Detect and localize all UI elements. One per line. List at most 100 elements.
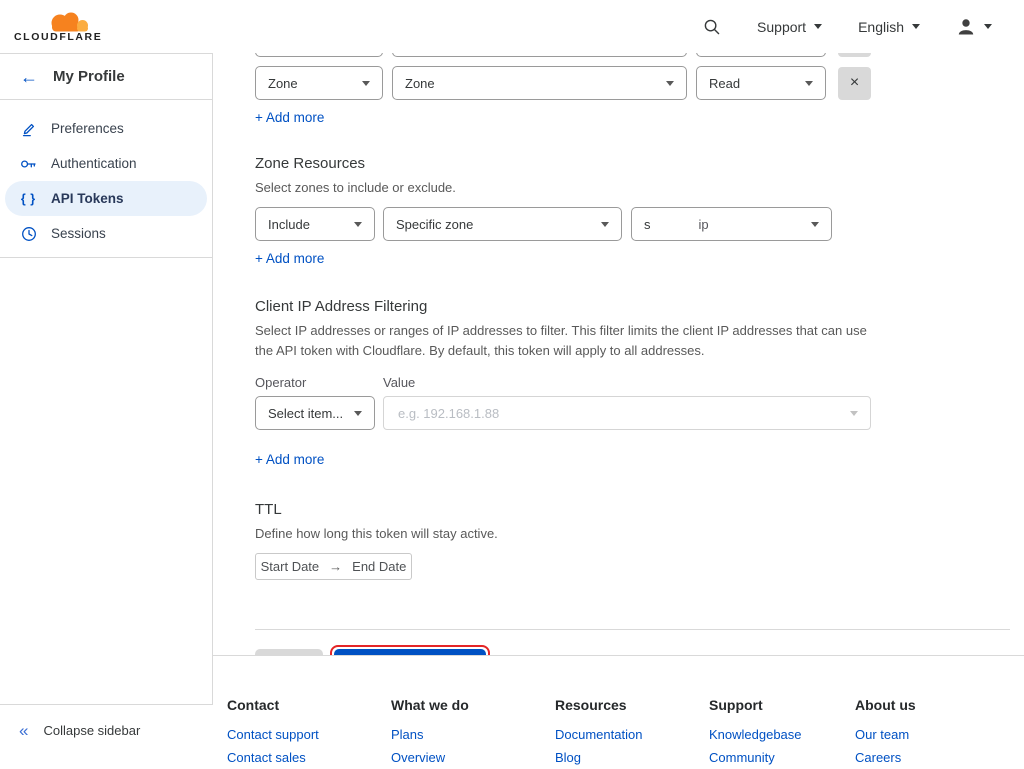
footer-heading: Contact	[227, 697, 391, 713]
close-icon: ×	[850, 74, 859, 92]
pencil-icon	[20, 121, 37, 137]
start-date-label: Start Date	[261, 559, 320, 574]
brand-wordmark: CLOUDFLARE	[14, 31, 110, 43]
scope-dropdown-value: Zone	[268, 76, 298, 91]
form-actions: Cancel Continue to summary	[255, 645, 1010, 655]
chevron-down-icon	[912, 24, 920, 29]
operator-dropdown-value: Select item...	[268, 406, 343, 421]
permission-group-dropdown[interactable]: Zone	[392, 66, 687, 100]
zone-resources-description: Select zones to include or exclude.	[255, 178, 1010, 198]
ip-filtering-description: Select IP addresses or ranges of IP addr…	[255, 321, 887, 361]
remove-permission-button[interactable]: ×	[838, 67, 871, 100]
date-range-picker[interactable]: Start Date → End Date	[255, 553, 412, 580]
chevron-down-icon	[666, 81, 674, 86]
page-footer: Contact Contact support Contact sales Wh…	[213, 655, 1024, 755]
access-dropdown[interactable]: Read	[696, 66, 826, 100]
operator-dropdown[interactable]: Select item...	[255, 396, 375, 430]
sidebar-title: My Profile	[53, 68, 125, 85]
value-label: Value	[383, 375, 415, 390]
support-menu[interactable]: Support	[757, 19, 822, 35]
form-divider	[255, 629, 1010, 630]
zone-scope-value: Specific zone	[396, 217, 473, 232]
footer-heading: What we do	[391, 697, 555, 713]
operator-label: Operator	[255, 375, 383, 390]
sidebar-item-label: Authentication	[51, 156, 137, 171]
add-permission-link[interactable]: + Add more	[255, 110, 324, 125]
ttl-description: Define how long this token will stay act…	[255, 524, 1010, 544]
footer-link[interactable]: Documentation	[555, 723, 709, 746]
click-highlight-ring: Continue to summary	[330, 645, 490, 655]
sidebar-item-authentication[interactable]: Authentication	[0, 146, 212, 181]
scope-dropdown[interactable]: Zone	[255, 66, 383, 100]
footer-link[interactable]: Careers	[855, 746, 1019, 769]
cloudflare-logo[interactable]: CLOUDFLARE	[14, 10, 110, 43]
footer-column-about-us: About us Our team Careers	[855, 697, 1019, 755]
footer-link[interactable]: Blog	[555, 746, 709, 769]
sidebar-item-sessions[interactable]: Sessions	[0, 216, 212, 251]
footer-column-contact: Contact Contact support Contact sales	[227, 697, 391, 755]
sidebar: ← My Profile Preferences Authenti	[0, 53, 213, 705]
sidebar-item-label: Preferences	[51, 121, 124, 136]
footer-link[interactable]: Contact sales	[227, 746, 391, 769]
ip-value-input[interactable]	[396, 405, 850, 422]
chevron-down-icon	[814, 24, 822, 29]
add-ip-filter-link[interactable]: + Add more	[255, 452, 324, 467]
language-menu[interactable]: English	[858, 19, 920, 35]
collapse-sidebar-label: Collapse sidebar	[43, 723, 140, 738]
chevron-down-icon	[601, 222, 609, 227]
footer-link[interactable]: Plans	[391, 723, 555, 746]
clock-icon	[20, 226, 37, 242]
chevron-down-icon	[805, 81, 813, 86]
back-arrow-icon[interactable]: ←	[20, 68, 38, 86]
arrow-right-icon: →	[329, 559, 342, 574]
chevron-down-icon	[811, 222, 819, 227]
zone-name-dropdown[interactable]: s ip	[631, 207, 832, 241]
search-icon[interactable]	[703, 18, 721, 36]
sidebar-item-label: Sessions	[51, 226, 106, 241]
cloudflare-cloud-icon	[44, 10, 92, 33]
collapse-sidebar-button[interactable]: « Collapse sidebar	[0, 705, 213, 755]
sidebar-item-api-tokens[interactable]: { } API Tokens	[5, 181, 207, 216]
account-menu[interactable]	[956, 17, 992, 36]
chevron-down-icon	[362, 81, 370, 86]
end-date-label: End Date	[352, 559, 406, 574]
key-icon	[20, 156, 37, 172]
sidebar-nav: Preferences Authentication { } API Token…	[0, 100, 212, 258]
footer-link[interactable]: Knowledgebase	[709, 723, 855, 746]
sidebar-item-preferences[interactable]: Preferences	[0, 111, 212, 146]
access-dropdown-value: Read	[709, 76, 740, 91]
chevron-down-icon	[984, 24, 992, 29]
footer-column-what-we-do: What we do Plans Overview	[391, 697, 555, 755]
language-menu-label: English	[858, 19, 904, 35]
permission-group-dropdown-value: Zone	[405, 76, 435, 91]
top-header: CLOUDFLARE Support English	[0, 0, 1024, 53]
chevron-down-icon	[354, 222, 362, 227]
collapse-chevrons-icon: «	[19, 722, 28, 739]
permission-row: Zone Zone Read ×	[255, 66, 1010, 100]
include-exclude-value: Include	[268, 217, 310, 232]
chevron-down-icon	[850, 411, 858, 416]
zone-scope-dropdown[interactable]: Specific zone	[383, 207, 622, 241]
ip-value-combobox[interactable]	[383, 396, 871, 430]
sidebar-item-label: API Tokens	[51, 191, 124, 206]
footer-heading: About us	[855, 697, 1019, 713]
zone-resources-row: Include Specific zone s ip	[255, 207, 1010, 241]
sidebar-header: ← My Profile	[0, 54, 212, 100]
footer-link[interactable]: Our team	[855, 723, 1019, 746]
braces-icon: { }	[20, 192, 37, 206]
user-icon	[956, 17, 976, 36]
ip-filtering-title: Client IP Address Filtering	[255, 298, 1010, 315]
zone-resources-title: Zone Resources	[255, 155, 1010, 172]
footer-link[interactable]: Community	[709, 746, 855, 769]
include-exclude-dropdown[interactable]: Include	[255, 207, 375, 241]
footer-link[interactable]: Contact support	[227, 723, 391, 746]
chevron-down-icon	[354, 411, 362, 416]
support-menu-label: Support	[757, 19, 806, 35]
footer-column-support: Support Knowledgebase Community	[709, 697, 855, 755]
add-zone-resource-link[interactable]: + Add more	[255, 251, 324, 266]
footer-heading: Resources	[555, 697, 709, 713]
footer-heading: Support	[709, 697, 855, 713]
footer-link[interactable]: Overview	[391, 746, 555, 769]
token-form: Zone Zone Read × + Add more Zone Resourc…	[213, 0, 1024, 655]
footer-column-resources: Resources Documentation Blog	[555, 697, 709, 755]
